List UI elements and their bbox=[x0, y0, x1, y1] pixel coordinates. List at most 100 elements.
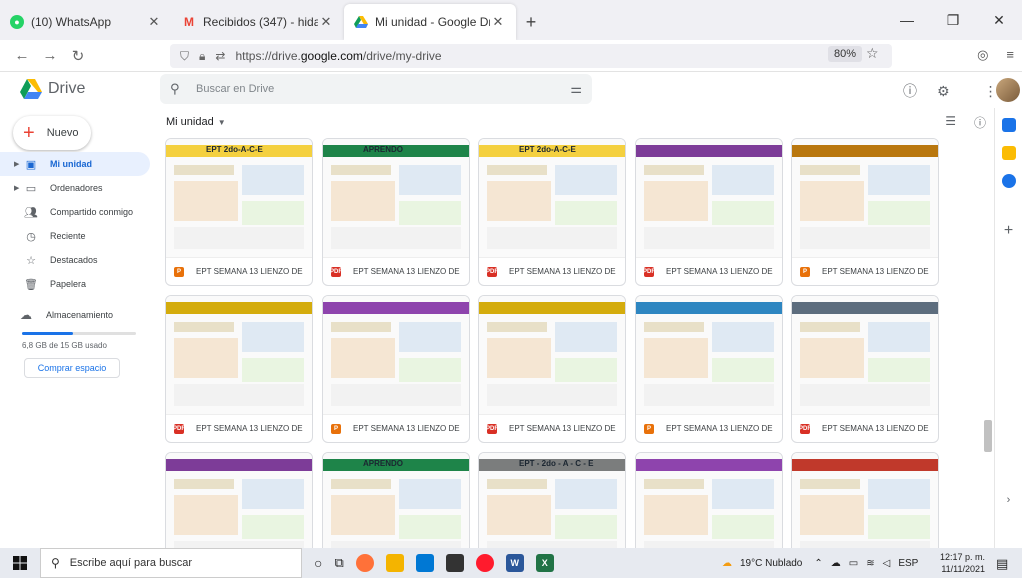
caret-right-icon[interactable]: ▶ bbox=[14, 184, 22, 192]
weather-text[interactable]: 19°C Nublado bbox=[740, 558, 802, 569]
reload-icon[interactable]: ↻ bbox=[64, 47, 92, 65]
file-card[interactable] bbox=[635, 452, 783, 548]
tray-chevron-icon[interactable]: ⌃ bbox=[814, 558, 822, 569]
menu-icon[interactable]: ≡ bbox=[1006, 47, 1014, 63]
wifi-icon[interactable]: ≋ bbox=[866, 558, 874, 569]
close-icon[interactable]: ✕ bbox=[146, 14, 162, 30]
windows-start-icon[interactable] bbox=[0, 556, 40, 570]
close-icon[interactable]: ✕ bbox=[318, 14, 334, 30]
pocket-icon[interactable]: ◎ bbox=[977, 47, 988, 63]
search-icon[interactable]: ⚲ bbox=[170, 81, 184, 97]
sidebar-item-mi-unidad[interactable]: ▶ ▣ Mi unidad bbox=[0, 152, 150, 176]
chevron-down-icon[interactable]: ▼ bbox=[218, 118, 226, 127]
battery-icon[interactable]: ▭ bbox=[849, 558, 858, 569]
tab-gmail[interactable]: M Recibidos (347) - hidalgoed202 ✕ bbox=[172, 4, 344, 40]
file-explorer-icon[interactable] bbox=[385, 554, 404, 572]
storage-link[interactable]: ☁ Almacenamiento bbox=[14, 308, 134, 322]
calendar-icon[interactable] bbox=[1001, 118, 1016, 132]
file-card[interactable]: EPT 2do-A-C-E P EPT SEMANA 13 LIENZO DE ..… bbox=[165, 138, 313, 286]
address-bar[interactable]: ⛉ 🔒︎ ⇄ https://drive.google.com/drive/my… bbox=[170, 44, 892, 68]
notifications-icon[interactable]: ▤ bbox=[996, 556, 1008, 572]
buy-storage-button[interactable]: Comprar espacio bbox=[24, 358, 120, 378]
excel-icon[interactable]: X bbox=[535, 554, 554, 572]
settings-gear-icon[interactable]: ⚙ bbox=[937, 83, 950, 100]
file-card[interactable]: EPT 2do-A-C-E PDF EPT SEMANA 13 LIENZO DE … bbox=[478, 138, 626, 286]
file-caption[interactable]: P EPT SEMANA 13 LIENZO DE ... bbox=[323, 414, 469, 442]
firefox-icon[interactable] bbox=[355, 554, 374, 572]
clock[interactable]: 12:17 p. m. 11/11/2021 bbox=[940, 551, 985, 575]
taskbar-search-input[interactable]: Escribe aquí para buscar bbox=[70, 557, 192, 569]
file-card[interactable]: PDF EPT SEMANA 13 LIENZO DE ... bbox=[165, 295, 313, 443]
file-caption[interactable]: P EPT SEMANA 13 LIENZO DE ... bbox=[636, 414, 782, 442]
app-name[interactable]: Drive bbox=[48, 80, 85, 98]
help-icon[interactable]: ⓘ bbox=[903, 81, 917, 101]
zoom-badge[interactable]: 80% bbox=[828, 46, 863, 62]
word-icon[interactable]: W bbox=[505, 554, 524, 572]
tab-drive[interactable]: Mi unidad - Google Drive ✕ bbox=[344, 4, 516, 40]
search-options-icon[interactable]: ⚌ bbox=[570, 81, 582, 97]
minimize-icon[interactable]: — bbox=[884, 12, 930, 28]
tasks-icon[interactable] bbox=[1001, 174, 1016, 188]
search-bar[interactable]: ⚲ Buscar en Drive ⚌ bbox=[160, 74, 592, 104]
scrollbar[interactable] bbox=[982, 138, 992, 548]
file-card[interactable] bbox=[791, 452, 939, 548]
file-card[interactable]: P EPT SEMANA 13 LIENZO DE ... bbox=[635, 295, 783, 443]
storage-used-text: 6,8 GB de 15 GB usado bbox=[22, 341, 107, 350]
file-caption[interactable]: PDF EPT SEMANA 13 LIENZO DE ... bbox=[792, 414, 938, 442]
search-input[interactable]: Buscar en Drive bbox=[196, 83, 570, 95]
tab-whatsapp[interactable]: ● (10) WhatsApp ✕ bbox=[0, 4, 172, 40]
file-caption[interactable]: PDF EPT SEMANA 13 LIENZO DE ... bbox=[479, 257, 625, 285]
file-caption[interactable]: PDF EPT SEMANA 13 LIENZO DE ... bbox=[479, 414, 625, 442]
file-card[interactable]: EPT - 2do - A - C - E bbox=[478, 452, 626, 548]
file-thumbnail bbox=[792, 296, 938, 414]
sidebar-item-reciente[interactable]: ◷ Reciente bbox=[0, 224, 160, 248]
sidebar-item-label: Compartido conmigo bbox=[50, 207, 134, 217]
file-card[interactable]: P EPT SEMANA 13 LIENZO DE ... bbox=[322, 295, 470, 443]
list-view-icon[interactable]: ☰ bbox=[945, 114, 956, 131]
edge-icon[interactable] bbox=[415, 554, 434, 572]
opera-icon[interactable] bbox=[475, 554, 494, 572]
language-indicator[interactable]: ESP bbox=[898, 558, 918, 569]
keep-icon[interactable] bbox=[1001, 146, 1016, 160]
caret-right-icon[interactable]: ▶ bbox=[14, 160, 22, 168]
scrollbar-thumb[interactable] bbox=[984, 420, 992, 452]
file-card[interactable]: PDF EPT SEMANA 13 LIENZO DE ... bbox=[791, 295, 939, 443]
cortana-icon[interactable]: ○ bbox=[314, 555, 322, 571]
add-addon-icon[interactable]: + bbox=[1004, 222, 1013, 240]
new-button[interactable]: + Nuevo bbox=[13, 116, 91, 150]
close-icon[interactable]: ✕ bbox=[490, 14, 506, 30]
file-card[interactable]: PDF EPT SEMANA 13 LIENZO DE ... bbox=[478, 295, 626, 443]
info-icon[interactable]: ⓘ bbox=[974, 114, 986, 131]
sidebar-item-compartido[interactable]: 👥︎ Compartido conmigo bbox=[0, 200, 160, 224]
file-card[interactable]: APRENDO PDF EPT SEMANA 13 LIENZO DE ... bbox=[322, 138, 470, 286]
bookmark-star-icon[interactable]: ☆ bbox=[866, 45, 879, 62]
sidebar-item-papelera[interactable]: 🗑︎ Papelera bbox=[0, 272, 160, 296]
file-caption[interactable]: P EPT SEMANA 13 LIENZO DE ... bbox=[792, 257, 938, 285]
file-caption[interactable]: PDF EPT SEMANA 13 LIENZO DE ... bbox=[323, 257, 469, 285]
file-caption[interactable]: PDF EPT SEMANA 13 LIENZO DE ... bbox=[166, 414, 312, 442]
file-card[interactable]: PDF EPT SEMANA 13 LIENZO DE ... bbox=[635, 138, 783, 286]
new-tab-button[interactable]: + bbox=[516, 4, 546, 40]
file-caption[interactable]: PDF EPT SEMANA 13 LIENZO DE ... bbox=[636, 257, 782, 285]
file-caption[interactable]: P EPT SEMANA 13 LIENZO DE ... bbox=[166, 257, 312, 285]
gmail-icon: M bbox=[184, 15, 194, 29]
drive-logo-icon[interactable] bbox=[20, 79, 42, 99]
file-card[interactable]: APRENDO bbox=[322, 452, 470, 548]
file-card[interactable] bbox=[165, 452, 313, 548]
avatar[interactable] bbox=[996, 78, 1020, 102]
store-icon[interactable] bbox=[445, 554, 464, 572]
file-card[interactable]: P EPT SEMANA 13 LIENZO DE ... bbox=[791, 138, 939, 286]
back-icon[interactable]: ← bbox=[8, 47, 36, 64]
chevron-right-icon[interactable]: › bbox=[1007, 494, 1011, 506]
breadcrumb[interactable]: Mi unidad ▼ bbox=[166, 116, 226, 128]
sidebar-item-destacados[interactable]: ☆ Destacados bbox=[0, 248, 160, 272]
forward-icon[interactable]: → bbox=[36, 47, 64, 64]
task-view-icon[interactable]: ⧉ bbox=[334, 555, 343, 571]
close-window-icon[interactable]: ✕ bbox=[976, 12, 1022, 29]
page-title: Mi unidad bbox=[166, 116, 214, 128]
cloud-sync-icon[interactable]: ☁ bbox=[831, 558, 841, 569]
sidebar-item-ordenadores[interactable]: ▶ ▭ Ordenadores bbox=[0, 176, 160, 200]
restore-icon[interactable]: ❐ bbox=[930, 12, 976, 29]
volume-icon[interactable]: ◁ bbox=[883, 558, 891, 569]
taskbar-search[interactable]: ⚲ Escribe aquí para buscar bbox=[40, 548, 302, 578]
